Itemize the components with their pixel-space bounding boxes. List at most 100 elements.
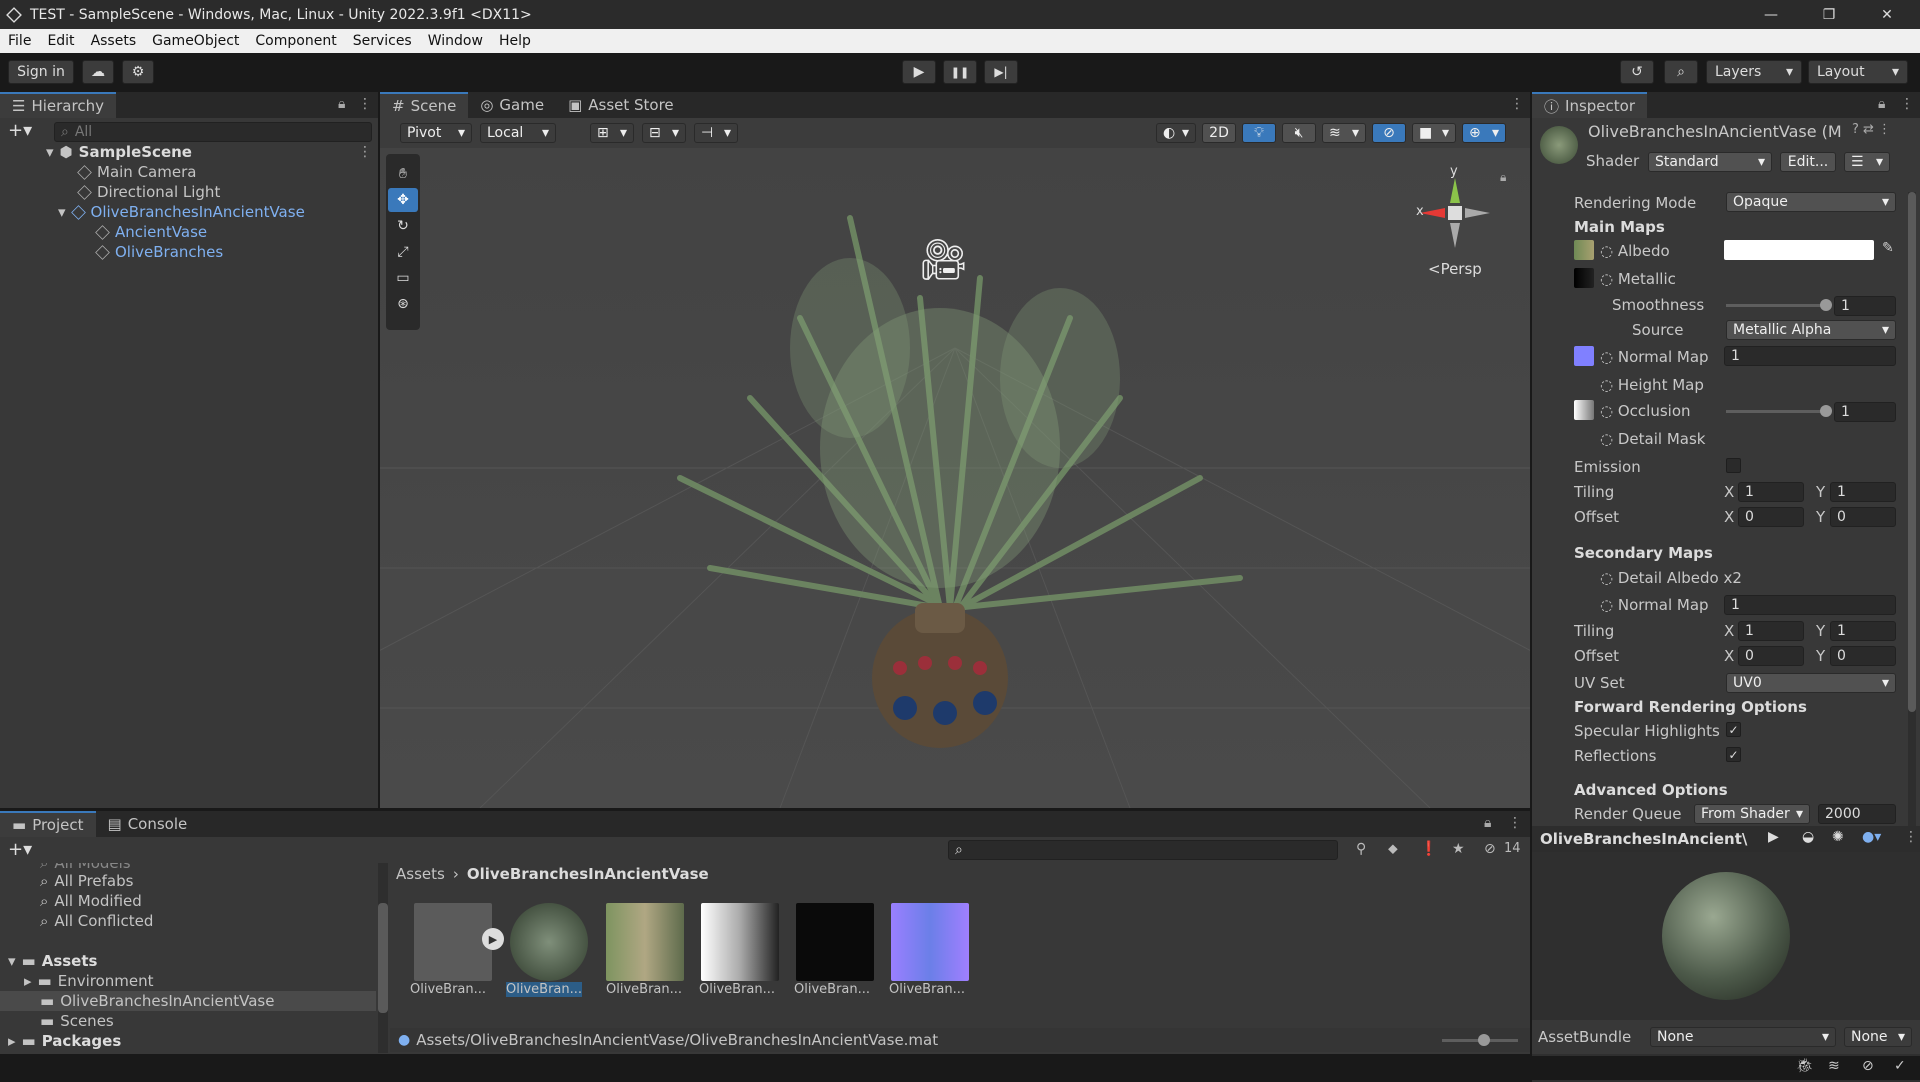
render-queue-dropdown[interactable]: From Shader ▾ [1694, 804, 1810, 824]
history-icon[interactable]: ↺ [1620, 60, 1654, 84]
gizmo-lock-icon[interactable]: 🔒︎ [1500, 170, 1506, 185]
preview-shape-icon[interactable]: ●▾ [1862, 829, 1881, 845]
increment-snap-dropdown[interactable]: ⊣ ▾ [694, 123, 738, 143]
secondary-normal-map-field[interactable]: 1 [1724, 595, 1896, 615]
secondary-tiling-y-field[interactable]: 1 [1830, 621, 1896, 641]
lock-icon[interactable]: 🔒︎ [1878, 96, 1885, 112]
menu-assets[interactable]: Assets [83, 33, 145, 49]
local-dropdown[interactable]: Local ▾ [480, 123, 556, 143]
persp-label[interactable]: <Persp [1428, 260, 1482, 278]
occlusion-field[interactable]: 1 [1834, 402, 1896, 422]
effects-dropdown[interactable]: ≋ ▾ [1322, 123, 1366, 143]
offset-y-field[interactable]: 0 [1830, 507, 1896, 527]
grid-visibility-dropdown[interactable]: ⊟ ▾ [642, 123, 686, 143]
move-tool-icon[interactable]: ✥ [388, 188, 418, 212]
transform-tool-icon[interactable]: ⊛ [388, 292, 418, 316]
asset-thumb-prefab[interactable] [414, 903, 492, 981]
smoothness-slider-track[interactable] [1726, 304, 1826, 307]
cloud-icon[interactable]: ☁ [82, 60, 114, 84]
rendering-mode-dropdown[interactable]: Opaque ▾ [1726, 192, 1896, 212]
sign-in-button[interactable]: Sign in [8, 60, 74, 84]
secondary-offset-x-field[interactable]: 0 [1738, 646, 1804, 666]
hierarchy-item-olive-branches[interactable]: OliveBranches [95, 242, 223, 262]
edit-shader-button[interactable]: Edit... [1780, 152, 1836, 172]
inspector-scrollbar[interactable] [1908, 192, 1916, 832]
menu-component[interactable]: Component [247, 33, 344, 49]
scene-row[interactable]: ▾ ⬢ SampleScene [46, 142, 192, 162]
emission-checkbox[interactable] [1726, 458, 1741, 473]
menu-gameobject[interactable]: GameObject [144, 33, 247, 49]
camera-dropdown[interactable]: ■ ▾ [1412, 123, 1456, 143]
project-search-input[interactable]: ⌕ [948, 840, 1338, 860]
reflections-checkbox[interactable]: ✓ [1726, 747, 1741, 762]
status-check-icon[interactable]: ✓ [1894, 1058, 1906, 1074]
tiling-y-field[interactable]: 1 [1830, 482, 1896, 502]
collab-icon[interactable]: ⚙ [122, 60, 154, 84]
tab-console[interactable]: ▤ Console [96, 811, 200, 837]
rect-tool-icon[interactable]: ▭ [388, 266, 418, 290]
tab-asset-store[interactable]: ▣ Asset Store [556, 92, 686, 118]
menu-file[interactable]: File [0, 33, 39, 49]
hierarchy-item-ancient-vase[interactable]: AncientVase [95, 222, 207, 242]
network-icon[interactable]: ⊘ [1862, 1058, 1874, 1074]
folder-olive-vase[interactable]: ▬ OliveBranchesInAncientVase [0, 991, 376, 1011]
gizmos-dropdown[interactable]: ⊕ ▾ [1462, 123, 1506, 143]
hidden-packages-icon[interactable]: ⊘ [1484, 841, 1496, 857]
add-icon[interactable]: +▾ [8, 120, 32, 141]
eyedropper-icon[interactable]: ✎ [1882, 240, 1894, 256]
search-icon[interactable]: ⌕ [1664, 60, 1698, 84]
minimize-button[interactable]: — [1748, 0, 1794, 29]
2d-toggle[interactable]: 2D [1202, 123, 1236, 143]
layout-dropdown[interactable]: Layout ▾ [1808, 60, 1908, 84]
breadcrumb-leaf[interactable]: OliveBranchesInAncientVase [467, 865, 709, 883]
kebab-menu-icon[interactable]: ⋮ [1900, 96, 1914, 112]
assetbundle-dropdown[interactable]: None ▾ [1650, 1027, 1836, 1047]
lock-icon[interactable]: 🔒︎ [1484, 815, 1491, 831]
layers-status-icon[interactable]: ≋ [1828, 1058, 1840, 1074]
draw-mode-dropdown[interactable]: ◐ ▾ [1156, 123, 1196, 143]
preview-light-icon[interactable]: ✺ [1832, 829, 1844, 845]
asset-thumb-material[interactable] [510, 903, 588, 981]
lock-icon[interactable]: 🔒︎ [338, 96, 345, 112]
tab-inspector[interactable]: ⓘ Inspector [1532, 92, 1647, 118]
folder-tree-scrollbar[interactable] [378, 863, 388, 1053]
offset-x-field[interactable]: 0 [1738, 507, 1804, 527]
breadcrumb-root[interactable]: Assets [396, 865, 445, 883]
hierarchy-item-directional-light[interactable]: Directional Light [77, 182, 220, 202]
assetbundle-variant-dropdown[interactable]: None ▾ [1844, 1027, 1912, 1047]
kebab-menu-icon[interactable]: ⋮ [1510, 96, 1524, 112]
occlusion-slider-track[interactable] [1726, 410, 1826, 413]
favorite-star-icon[interactable]: ★ [1452, 841, 1465, 857]
tab-scene[interactable]: # Scene [380, 92, 469, 118]
kebab-menu-icon[interactable]: ⋮ [358, 96, 372, 112]
maximize-button[interactable]: ❐ [1806, 0, 1852, 29]
assets-root[interactable]: ▾ ▬ Assets [8, 951, 97, 971]
shader-options-dropdown[interactable]: ☰ ▾ [1844, 152, 1890, 172]
secondary-tiling-x-field[interactable]: 1 [1738, 621, 1804, 641]
kebab-menu-icon[interactable]: ⋮ [358, 144, 372, 160]
kebab-menu-icon[interactable]: ⋮ [1508, 815, 1522, 831]
add-icon[interactable]: +▾ [8, 839, 32, 860]
pivot-dropdown[interactable]: Pivot ▾ [400, 123, 472, 143]
tiling-x-field[interactable]: 1 [1738, 482, 1804, 502]
normal-map-texture-icon[interactable] [1574, 346, 1594, 366]
asset-thumb-occlusion[interactable] [701, 903, 779, 981]
occlusion-texture-icon[interactable] [1574, 400, 1594, 420]
uv-set-dropdown[interactable]: UV0 ▾ [1726, 673, 1896, 693]
camera-gizmo-icon[interactable]: 🎥︎ [918, 236, 969, 283]
filter-by-label-icon[interactable]: ⬥ [1388, 841, 1398, 857]
scale-tool-icon[interactable]: ⤢ [388, 240, 418, 264]
menu-services[interactable]: Services [345, 33, 420, 49]
render-queue-field[interactable]: 2000 [1818, 804, 1896, 824]
smoothness-field[interactable]: 1 [1834, 296, 1896, 316]
asset-thumb-albedo[interactable] [606, 903, 684, 981]
tab-project[interactable]: ▬ Project [0, 811, 96, 837]
albedo-color-swatch[interactable] [1724, 240, 1874, 260]
metallic-texture-icon[interactable] [1574, 268, 1594, 288]
layers-dropdown[interactable]: Layers ▾ [1706, 60, 1802, 84]
help-icon[interactable]: ? ⇄ ⋮ [1852, 122, 1891, 137]
lighting-toggle-icon[interactable]: 💡︎ [1242, 123, 1276, 143]
prefab-expand-icon[interactable]: ▶ [482, 928, 504, 950]
kebab-menu-icon[interactable]: ⋮ [1904, 829, 1918, 845]
hierarchy-item-olive-vase[interactable]: ▾ OliveBranchesInAncientVase [58, 202, 305, 222]
